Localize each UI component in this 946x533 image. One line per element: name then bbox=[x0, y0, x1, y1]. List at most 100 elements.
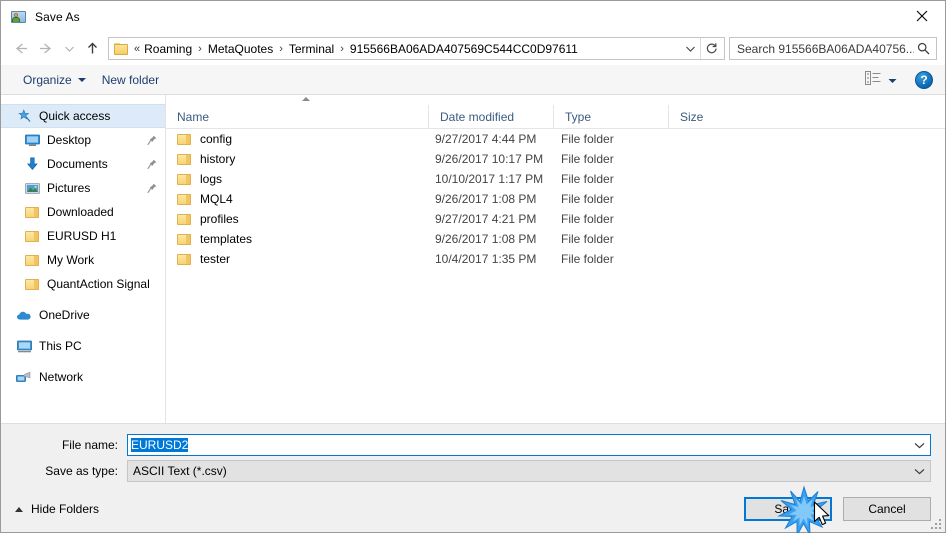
table-row[interactable]: profiles 9/27/2017 4:21 PM File folder bbox=[166, 209, 945, 229]
sort-ascending-icon bbox=[302, 97, 310, 101]
folder-icon bbox=[23, 278, 41, 291]
new-folder-button[interactable]: New folder bbox=[94, 68, 167, 92]
file-name-chevron-down-icon[interactable] bbox=[908, 442, 930, 449]
navigation-pane: Quick access Desktop Documents Pictures … bbox=[1, 95, 166, 423]
sidebar-item-eurusd-h1[interactable]: EURUSD H1 bbox=[1, 224, 165, 248]
this-pc-icon bbox=[15, 340, 33, 353]
sidebar-item-desktop[interactable]: Desktop bbox=[1, 128, 165, 152]
file-type-cell: File folder bbox=[561, 212, 614, 226]
sidebar-item-my-work[interactable]: My Work bbox=[1, 248, 165, 272]
close-icon[interactable] bbox=[899, 1, 945, 31]
column-header-type[interactable]: Type bbox=[554, 105, 669, 128]
pin-icon[interactable] bbox=[145, 159, 159, 170]
desktop-icon bbox=[23, 134, 41, 147]
sidebar-item-label: QuantAction Signal bbox=[47, 277, 150, 291]
table-row[interactable]: history 9/26/2017 10:17 PM File folder bbox=[166, 149, 945, 169]
file-name-input[interactable]: EURUSD2 bbox=[127, 434, 931, 456]
file-name-value: EURUSD2 bbox=[131, 438, 189, 452]
sidebar-item-label: Quick access bbox=[39, 109, 111, 123]
view-options-button[interactable] bbox=[861, 68, 901, 92]
sidebar-item-label: My Work bbox=[47, 253, 95, 267]
breadcrumb-item-metaquotes[interactable]: MetaQuotes bbox=[208, 42, 273, 56]
breadcrumb-item-terminal-id[interactable]: 915566BA06ADA407569C544CC0D97611 bbox=[350, 42, 578, 56]
file-name-label: templates bbox=[200, 232, 253, 246]
arrow-right-icon[interactable] bbox=[33, 36, 59, 62]
file-type-cell: File folder bbox=[561, 252, 614, 266]
arrow-up-icon[interactable] bbox=[79, 36, 105, 62]
sidebar-item-onedrive[interactable]: OneDrive bbox=[1, 303, 165, 327]
pin-icon[interactable] bbox=[145, 135, 159, 146]
breadcrumb-item-terminal[interactable]: Terminal bbox=[289, 42, 334, 56]
table-row[interactable]: logs 10/10/2017 1:17 PM File folder bbox=[166, 169, 945, 189]
folder-icon bbox=[177, 193, 192, 206]
refresh-icon[interactable] bbox=[700, 38, 722, 59]
title-bar: Save As bbox=[1, 1, 945, 32]
view-chevron-down-icon[interactable] bbox=[888, 73, 897, 87]
sidebar-item-quantaction-signal[interactable]: QuantAction Signal bbox=[1, 272, 165, 296]
save-as-dialog: Save As « Roaming › MetaQuotes › Termina… bbox=[0, 0, 946, 533]
breadcrumb-overflow-icon[interactable]: « bbox=[132, 43, 144, 55]
save-form: File name: EURUSD2 Save as type: ASCII T… bbox=[1, 424, 945, 486]
save-button[interactable]: Save bbox=[744, 497, 832, 521]
breadcrumb-separator-icon[interactable]: › bbox=[273, 43, 289, 55]
file-type-cell: File folder bbox=[561, 192, 614, 206]
breadcrumb-separator-icon[interactable]: › bbox=[192, 43, 208, 55]
breadcrumb-separator-icon[interactable]: › bbox=[334, 43, 350, 55]
table-row[interactable]: MQL4 9/26/2017 1:08 PM File folder bbox=[166, 189, 945, 209]
file-list-rows: config 9/27/2017 4:44 PM File folder his… bbox=[166, 129, 945, 423]
table-row[interactable]: templates 9/26/2017 1:08 PM File folder bbox=[166, 229, 945, 249]
save-as-type-row: Save as type: ASCII Text (*.csv) bbox=[15, 460, 931, 482]
save-as-type-select[interactable]: ASCII Text (*.csv) bbox=[127, 460, 931, 482]
folder-icon bbox=[23, 230, 41, 243]
documents-arrow-icon bbox=[23, 157, 41, 171]
recent-locations-chevron-down-icon[interactable] bbox=[59, 36, 79, 62]
file-name-cell: history bbox=[166, 152, 429, 166]
save-as-type-value: ASCII Text (*.csv) bbox=[133, 464, 227, 478]
sidebar-item-quick-access[interactable]: Quick access bbox=[1, 104, 165, 128]
file-date-cell: 9/26/2017 1:08 PM bbox=[435, 232, 537, 246]
file-date-cell: 10/4/2017 1:35 PM bbox=[435, 252, 537, 266]
file-name-cell: tester bbox=[166, 252, 429, 266]
file-type-cell: File folder bbox=[561, 172, 614, 186]
search-icon[interactable] bbox=[914, 42, 932, 55]
sidebar-item-downloaded[interactable]: Downloaded bbox=[1, 200, 165, 224]
resize-grip-icon[interactable] bbox=[929, 517, 941, 529]
folder-icon bbox=[177, 173, 192, 186]
address-bar[interactable]: « Roaming › MetaQuotes › Terminal › 9155… bbox=[108, 37, 725, 60]
table-row[interactable]: config 9/27/2017 4:44 PM File folder bbox=[166, 129, 945, 149]
hide-folders-button[interactable]: Hide Folders bbox=[11, 498, 103, 520]
file-date-cell: 9/26/2017 10:17 PM bbox=[435, 152, 544, 166]
cancel-button[interactable]: Cancel bbox=[843, 497, 931, 521]
file-name-label: config bbox=[200, 132, 233, 146]
file-name-label: File name: bbox=[61, 438, 118, 452]
file-name-value-wrap: EURUSD2 bbox=[128, 438, 908, 452]
table-row[interactable]: tester 10/4/2017 1:35 PM File folder bbox=[166, 249, 945, 269]
sidebar-item-documents[interactable]: Documents bbox=[1, 152, 165, 176]
pin-icon[interactable] bbox=[145, 183, 159, 194]
file-name-label: tester bbox=[200, 252, 231, 266]
breadcrumb-item-roaming[interactable]: Roaming bbox=[144, 42, 192, 56]
file-type-cell: File folder bbox=[561, 152, 614, 166]
help-icon[interactable]: ? bbox=[915, 70, 933, 89]
sidebar-item-this-pc[interactable]: This PC bbox=[1, 334, 165, 358]
column-header-date-modified[interactable]: Date modified bbox=[429, 105, 554, 128]
organize-button[interactable]: Organize bbox=[15, 68, 94, 92]
save-as-type-chevron-down-icon[interactable] bbox=[908, 468, 930, 475]
address-chevron-down-icon[interactable] bbox=[680, 38, 700, 59]
file-list-header: Name Date modified Type Size bbox=[166, 97, 945, 129]
column-header-name[interactable]: Name bbox=[166, 97, 429, 128]
column-header-size[interactable]: Size bbox=[669, 105, 749, 128]
search-input[interactable]: Search 915566BA06ADA40756... bbox=[729, 37, 937, 60]
sidebar-item-label: Documents bbox=[47, 157, 108, 171]
chevron-down-icon bbox=[77, 77, 86, 82]
file-name-cell: logs bbox=[166, 172, 429, 186]
address-bar-controls bbox=[680, 38, 724, 59]
sidebar-item-network[interactable]: Network bbox=[1, 365, 165, 389]
folder-icon bbox=[177, 253, 192, 266]
help-label: ? bbox=[920, 72, 928, 87]
search-placeholder: Search 915566BA06ADA40756... bbox=[737, 41, 914, 56]
sidebar-item-pictures[interactable]: Pictures bbox=[1, 176, 165, 200]
arrow-left-icon[interactable] bbox=[7, 36, 33, 62]
file-type-cell: File folder bbox=[561, 132, 614, 146]
column-header-label: Date modified bbox=[440, 109, 515, 124]
